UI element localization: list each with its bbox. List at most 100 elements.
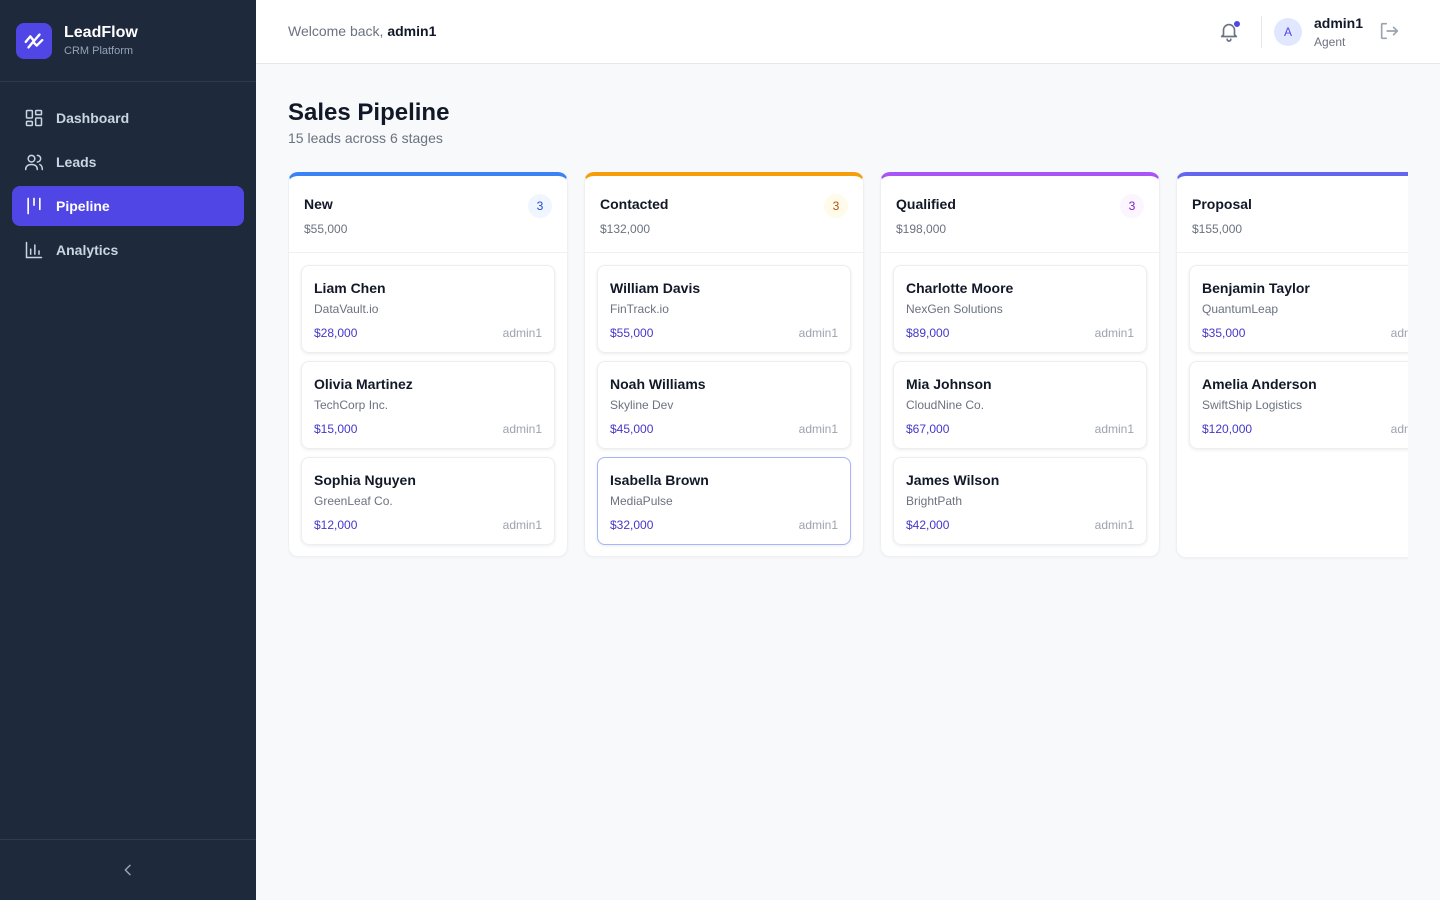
- lead-name: Sophia Nguyen: [314, 472, 416, 488]
- column-title: Contacted: [600, 196, 669, 212]
- user-role: Agent: [1314, 35, 1346, 49]
- lead-name: Olivia Martinez: [314, 376, 413, 392]
- lead-company: DataVault.io: [314, 302, 379, 316]
- lead-value: $32,000: [610, 518, 654, 532]
- column-count-badge: 3: [528, 194, 552, 218]
- sidebar: LeadFlow CRM Platform Dashboard Leads Pi…: [0, 0, 256, 900]
- trend-icon[interactable]: [16, 22, 52, 59]
- sidebar-footer: [0, 839, 256, 900]
- lead-card[interactable]: Liam Chen DataVault.io $28,000 admin1: [301, 265, 555, 353]
- lead-value: $55,000: [610, 326, 654, 340]
- lead-card[interactable]: James Wilson BrightPath $42,000 admin1: [893, 457, 1147, 545]
- lead-name: Mia Johnson: [906, 376, 992, 392]
- column-count-badge: 3: [1120, 194, 1144, 218]
- dashboard-icon: [24, 108, 44, 128]
- lead-owner: admin1: [502, 422, 542, 436]
- lead-company: BrightPath: [906, 494, 963, 508]
- bar-chart-icon: [24, 240, 44, 260]
- lead-card[interactable]: Benjamin Taylor QuantumLeap $35,000 admi…: [1189, 265, 1408, 353]
- column-total: $55,000: [304, 222, 348, 236]
- lead-card[interactable]: Noah Williams Skyline Dev $45,000 admin1: [597, 361, 851, 449]
- user-name: admin1: [1314, 15, 1364, 31]
- brand-name: LeadFlow: [64, 23, 138, 41]
- lead-name: William Davis: [610, 280, 701, 296]
- lead-card[interactable]: Charlotte Moore NexGen Solutions $89,000…: [893, 265, 1147, 353]
- lead-card[interactable]: Mia Johnson CloudNine Co. $67,000 admin1: [893, 361, 1147, 449]
- sidebar-item-pipeline[interactable]: Pipeline: [12, 186, 244, 226]
- lead-card[interactable]: William Davis FinTrack.io $55,000 admin1: [597, 265, 851, 353]
- lead-card[interactable]: Sophia Nguyen GreenLeaf Co. $12,000 admi…: [301, 457, 555, 545]
- lead-owner: admin1: [1390, 326, 1408, 340]
- lead-owner: admin1: [1094, 326, 1134, 340]
- pipeline-column-new: New $55,000 3 Liam Chen DataVault.io $28…: [288, 172, 568, 557]
- lead-card[interactable]: Isabella Brown MediaPulse $32,000 admin1: [597, 457, 851, 545]
- lead-owner: admin1: [1094, 422, 1134, 436]
- column-total: $198,000: [896, 222, 947, 236]
- lead-name: Liam Chen: [314, 280, 386, 296]
- lead-company: Skyline Dev: [610, 398, 674, 412]
- users-icon: [24, 152, 44, 172]
- column-title: Proposal: [1192, 196, 1252, 212]
- bell-icon[interactable]: [1218, 20, 1242, 44]
- sidebar-item-label: Pipeline: [56, 198, 110, 214]
- chevron-left-icon[interactable]: [120, 862, 136, 878]
- lead-company: GreenLeaf Co.: [314, 494, 393, 508]
- lead-owner: admin1: [798, 422, 838, 436]
- column-header: Qualified $198,000 3: [881, 176, 1159, 253]
- logout-icon[interactable]: [1378, 20, 1402, 44]
- lead-company: TechCorp Inc.: [314, 398, 389, 412]
- welcome-user: admin1: [387, 23, 437, 39]
- column-title: Qualified: [896, 196, 956, 212]
- brand: LeadFlow CRM Platform: [0, 0, 256, 82]
- sidebar-item-label: Dashboard: [56, 110, 130, 126]
- lead-owner: admin1: [502, 518, 542, 532]
- column-count-badge: 3: [824, 194, 848, 218]
- lead-name: Benjamin Taylor: [1202, 280, 1310, 296]
- sidebar-item-dashboard[interactable]: Dashboard: [12, 98, 244, 138]
- lead-value: $42,000: [906, 518, 950, 532]
- lead-owner: admin1: [502, 326, 542, 340]
- top-header: Welcome back, admin1 A admin1 Agent: [256, 0, 1440, 64]
- lead-company: MediaPulse: [610, 494, 673, 508]
- page-subtitle: 15 leads across 6 stages: [288, 130, 443, 146]
- lead-owner: admin1: [1094, 518, 1134, 532]
- lead-value: $28,000: [314, 326, 358, 340]
- pipeline-column-contacted: Contacted $132,000 3 William Davis FinTr…: [584, 172, 864, 557]
- lead-card[interactable]: Amelia Anderson SwiftShip Logistics $120…: [1189, 361, 1408, 449]
- lead-company: FinTrack.io: [610, 302, 669, 316]
- welcome-prefix: Welcome back,: [288, 23, 384, 39]
- notification-dot: [1233, 20, 1241, 28]
- lead-company: CloudNine Co.: [906, 398, 985, 412]
- column-header: Contacted $132,000 3: [585, 176, 863, 253]
- column-total: $155,000: [1192, 222, 1243, 236]
- sidebar-nav: Dashboard Leads Pipeline Analytics: [0, 82, 256, 270]
- lead-value: $45,000: [610, 422, 654, 436]
- lead-value: $35,000: [1202, 326, 1246, 340]
- lead-value: $67,000: [906, 422, 950, 436]
- column-header: Proposal $155,000: [1177, 176, 1408, 253]
- brand-subtitle: CRM Platform: [64, 44, 134, 57]
- column-header: New $55,000 3: [289, 176, 567, 253]
- column-title: New: [304, 196, 333, 212]
- sidebar-item-label: Analytics: [56, 242, 119, 258]
- lead-name: Amelia Anderson: [1202, 376, 1317, 392]
- avatar[interactable]: A: [1274, 18, 1302, 46]
- welcome-message: Welcome back, admin1: [288, 23, 436, 39]
- lead-company: SwiftShip Logistics: [1202, 398, 1303, 412]
- pipeline-icon: [24, 196, 44, 216]
- header-divider: [1261, 16, 1262, 48]
- lead-owner: admin1: [798, 518, 838, 532]
- lead-value: $12,000: [314, 518, 358, 532]
- lead-company: NexGen Solutions: [906, 302, 1003, 316]
- lead-name: Charlotte Moore: [906, 280, 1014, 296]
- lead-card[interactable]: Olivia Martinez TechCorp Inc. $15,000 ad…: [301, 361, 555, 449]
- sidebar-item-leads[interactable]: Leads: [12, 142, 244, 182]
- lead-owner: admin1: [798, 326, 838, 340]
- lead-value: $89,000: [906, 326, 950, 340]
- column-total: $132,000: [600, 222, 651, 236]
- lead-value: $120,000: [1202, 422, 1253, 436]
- lead-company: QuantumLeap: [1202, 302, 1279, 316]
- lead-name: Noah Williams: [610, 376, 706, 392]
- sidebar-item-analytics[interactable]: Analytics: [12, 230, 244, 270]
- pipeline-board: New $55,000 3 Liam Chen DataVault.io $28…: [288, 172, 1408, 572]
